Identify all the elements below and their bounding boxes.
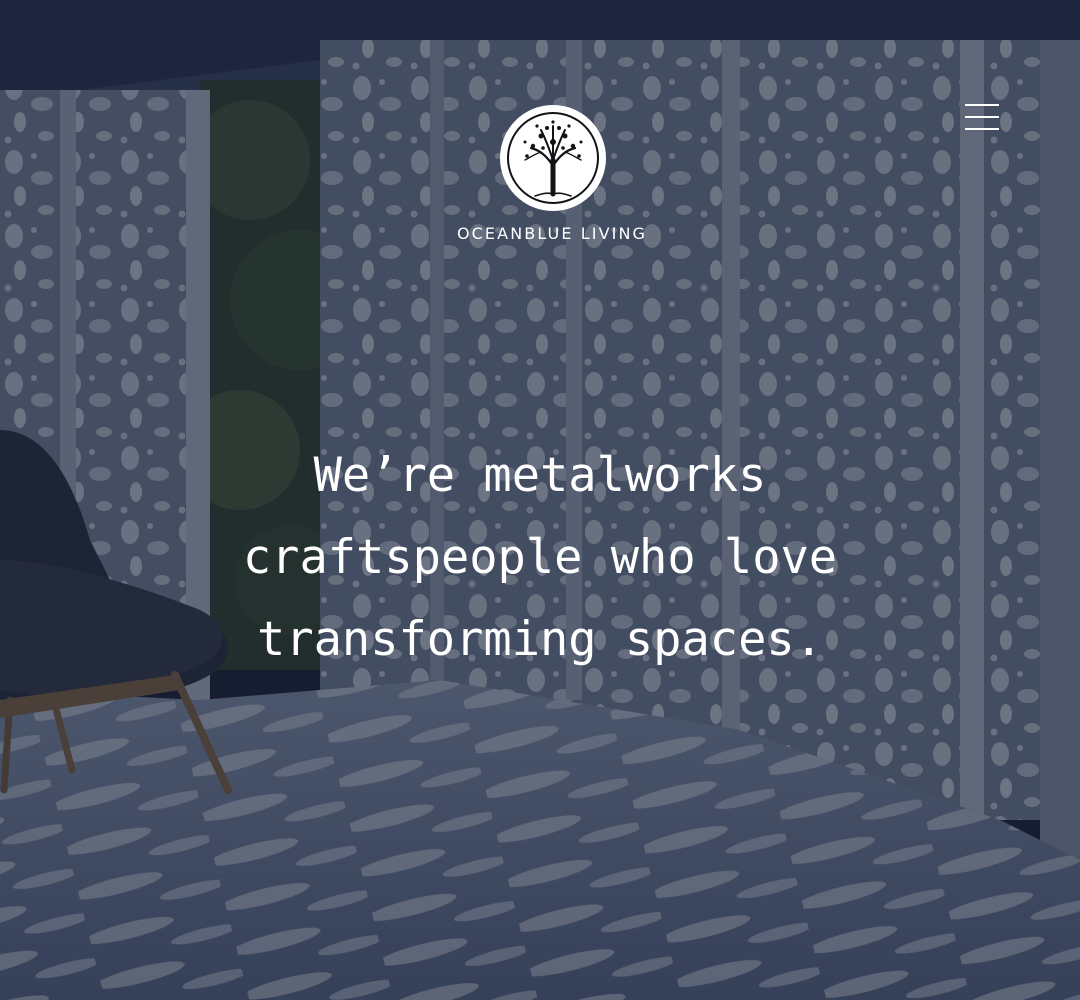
brand-logo-link[interactable]: OCEANBLUE LIVING xyxy=(420,100,684,260)
menu-line xyxy=(965,116,999,118)
tree-of-life-icon xyxy=(500,105,606,211)
brand-name: OCEANBLUE LIVING xyxy=(456,224,648,243)
menu-line xyxy=(965,128,999,130)
hamburger-menu-icon[interactable] xyxy=(958,98,1006,138)
hero-section: OCEANBLUE LIVING We’re metalworks crafts… xyxy=(0,0,1080,1000)
hero-tagline: We’re metalworks craftspeople who love t… xyxy=(242,448,838,667)
menu-line xyxy=(965,104,999,106)
